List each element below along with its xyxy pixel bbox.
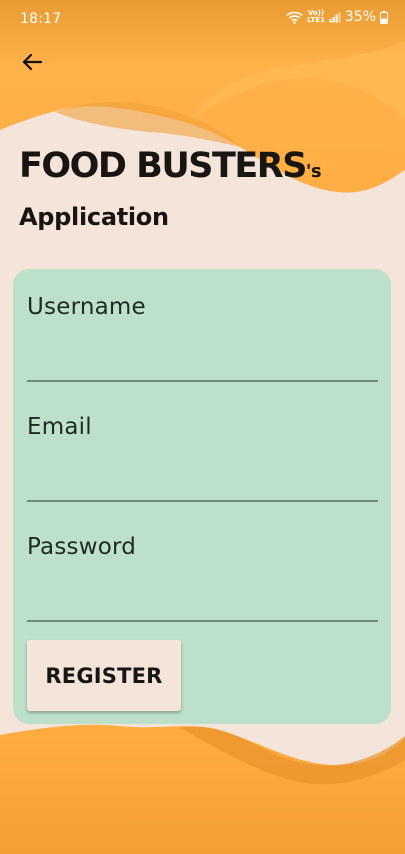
title-brand: FOOD BUSTERS: [19, 146, 307, 186]
email-field-group: Email: [27, 414, 378, 514]
wifi-icon: [286, 11, 303, 24]
signal-icon: [329, 11, 341, 23]
status-bar: 18:17 Vo)) LTE1 35%: [0, 0, 405, 34]
username-underline: [27, 380, 378, 382]
battery-percent: 35%: [344, 9, 376, 25]
network-type-line2: LTE1: [307, 16, 325, 24]
email-input[interactable]: [27, 452, 378, 492]
arrow-left-icon: [21, 52, 43, 76]
registration-form: Username Email Password REGISTER: [13, 269, 391, 724]
status-time: 18:17: [20, 11, 62, 27]
password-field-group: Password: [27, 534, 378, 634]
page-title: FOOD BUSTERS's: [19, 146, 322, 186]
page-subtitle: Application: [19, 203, 169, 231]
register-button[interactable]: REGISTER: [27, 640, 181, 711]
title-suffix: 's: [305, 161, 322, 182]
password-underline: [27, 620, 378, 622]
network-type-label: Vo)) LTE1: [307, 10, 325, 24]
status-icons: Vo)) LTE1 35%: [286, 9, 388, 25]
back-button[interactable]: [14, 48, 50, 80]
username-input[interactable]: [27, 332, 378, 372]
password-input[interactable]: [27, 572, 378, 612]
battery-icon: [380, 10, 388, 24]
username-label: Username: [27, 294, 146, 320]
email-underline: [27, 500, 378, 502]
username-field-group: Username: [27, 294, 378, 394]
password-label: Password: [27, 534, 137, 560]
email-label: Email: [27, 414, 92, 440]
